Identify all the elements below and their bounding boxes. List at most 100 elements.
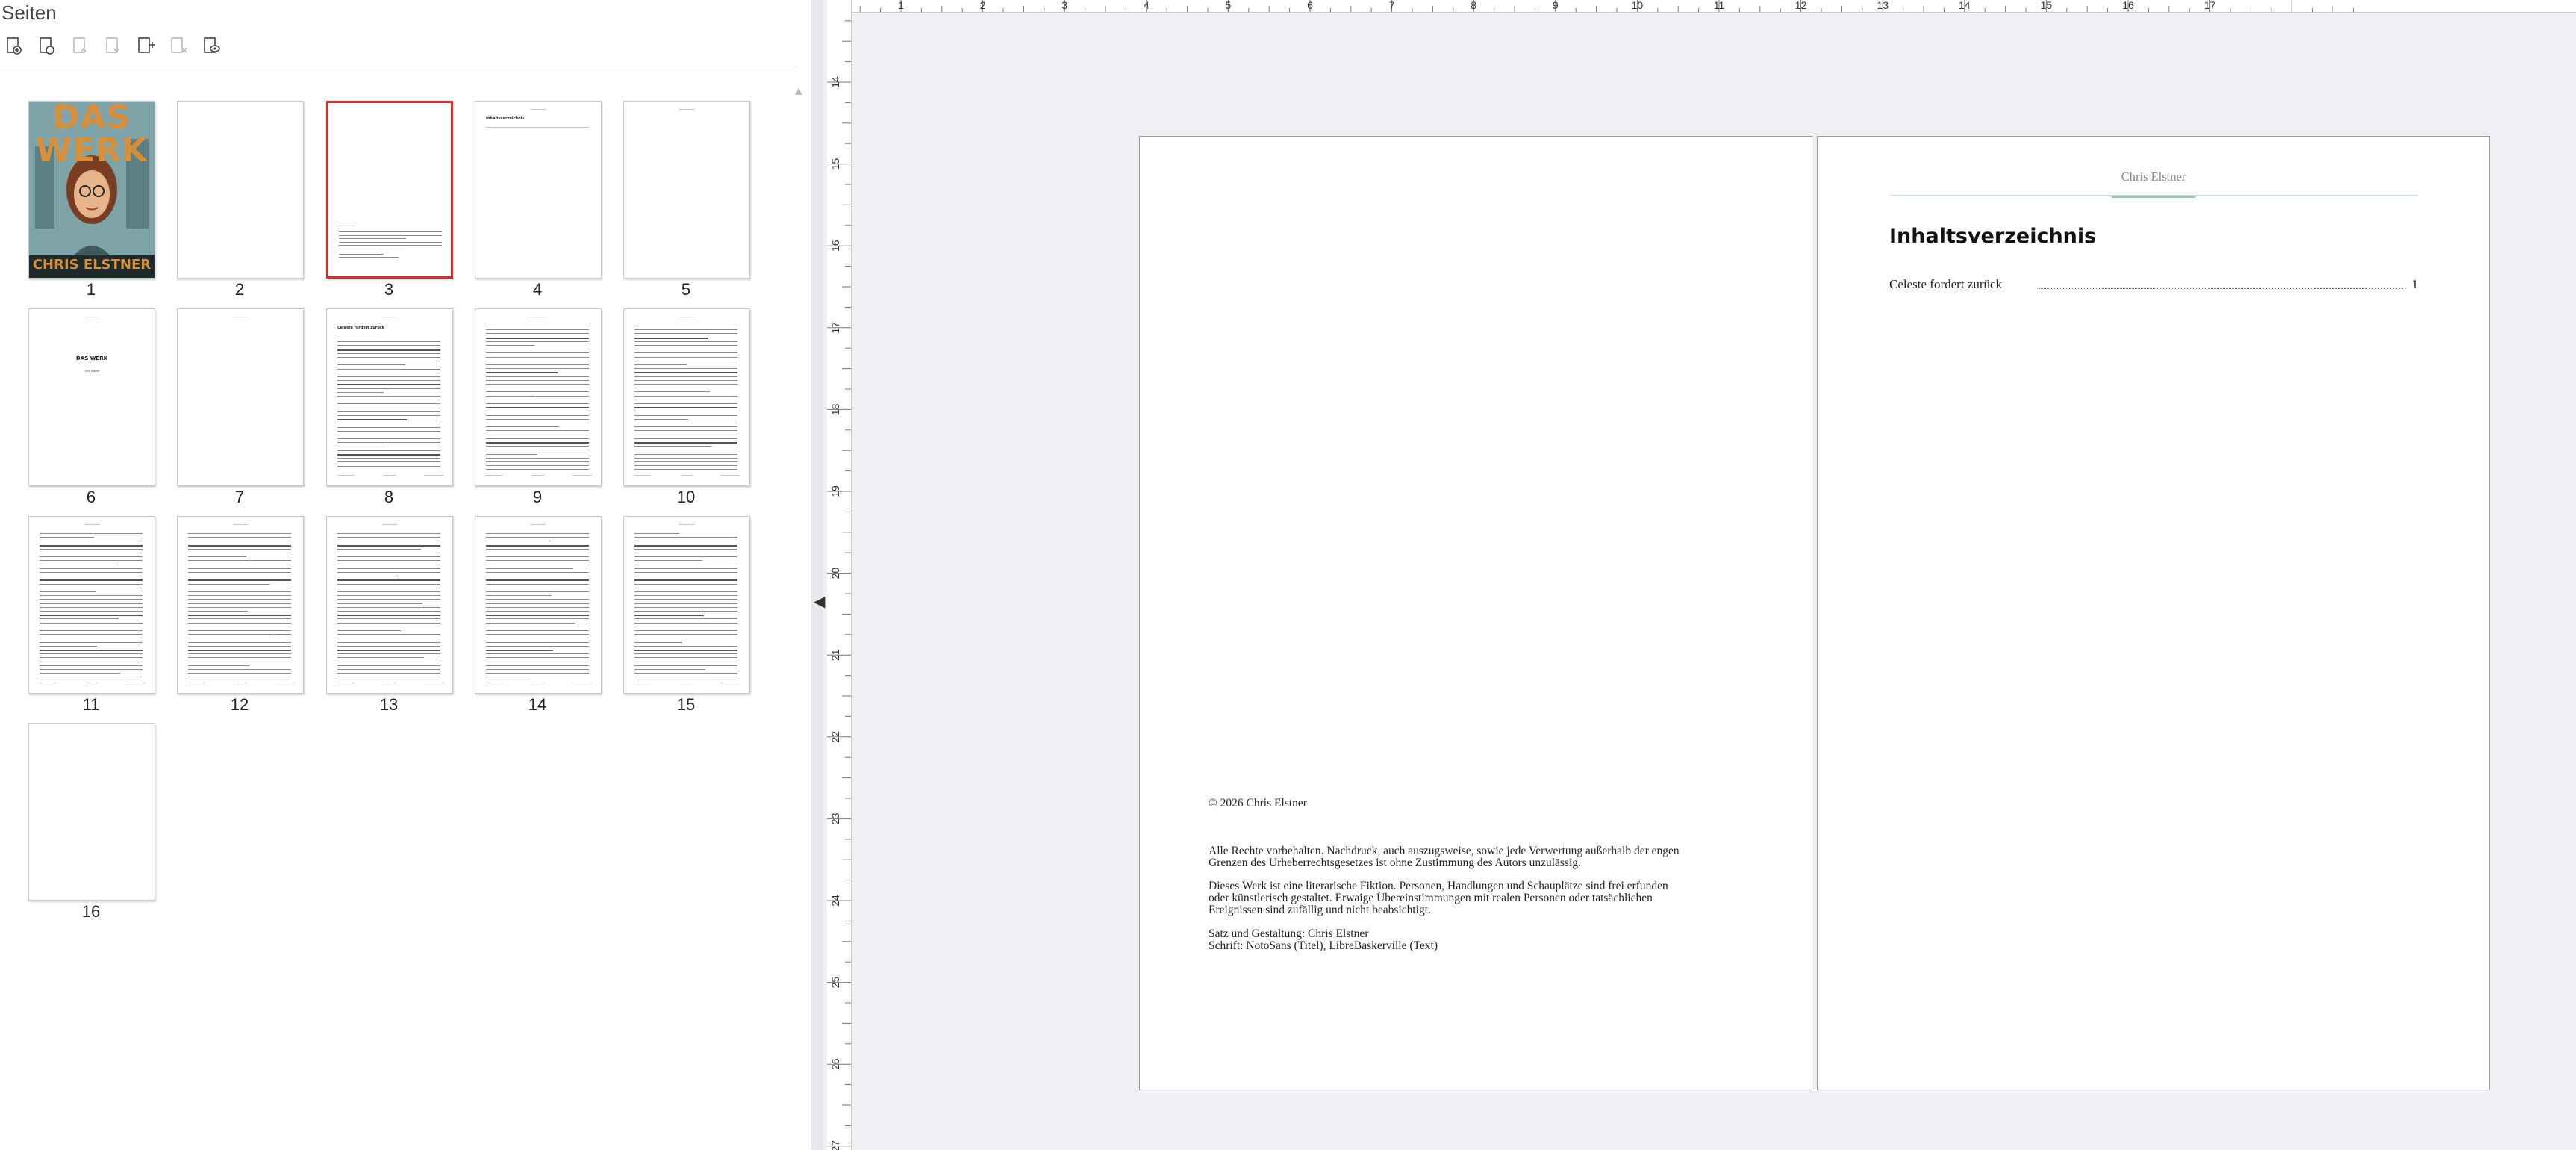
thumb-text-line [337, 384, 440, 386]
thumb-text-line [40, 603, 143, 604]
thumb-text-line [486, 329, 589, 331]
ruler-label: 25 [829, 977, 841, 989]
thumb-text-line [337, 599, 440, 600]
thumb-text-line [337, 438, 440, 440]
page-thumbnail-number: 12 [230, 695, 249, 714]
thumb-text-line [486, 611, 589, 612]
thumb-text-line [634, 379, 737, 381]
collapse-pane-icon[interactable]: ◀ [814, 592, 825, 611]
header-rule [1889, 195, 2418, 196]
document-page-left[interactable]: © 2026 Chris Elstner Alle Rechte vorbeha… [1139, 136, 1812, 1090]
thumb-text-line [40, 615, 143, 617]
thumb-text-line [40, 544, 143, 547]
thumb-text-line [337, 583, 440, 585]
vertical-ruler[interactable]: 14 15 16 17 18 19 20 21 22 23 24 25 26 27 [827, 0, 852, 1150]
page-thumbnail-5[interactable] [623, 101, 750, 279]
thumb-text-line [337, 622, 440, 624]
page-thumbnail-8[interactable]: Celeste fordert zurück [326, 308, 453, 486]
thumb-text-line [486, 673, 589, 674]
thumb-text-line [634, 611, 737, 612]
page-thumbnail-number: 13 [379, 695, 399, 714]
toc-entry[interactable]: Celeste fordert zurück 1 [1889, 277, 2418, 293]
page-thumbnail-15[interactable] [623, 516, 750, 694]
thumb-text-line [337, 579, 440, 582]
thumb-text-line [486, 352, 589, 354]
page-thumbnail-14[interactable] [475, 516, 602, 694]
thumb-text-line [337, 388, 440, 389]
ruler-label: 22 [829, 731, 841, 743]
thumb-text-line [634, 653, 737, 655]
thumb-text-line [634, 337, 708, 339]
thumb-text-line [337, 426, 440, 428]
thumb-text-line [486, 650, 553, 651]
thumb-text-line [634, 418, 688, 420]
page-thumbnail-6[interactable]: DAS WERK Chris Elstner [28, 308, 155, 486]
thumb-text-line [337, 603, 422, 604]
thumb-text-line [188, 615, 291, 617]
page-thumbnail-number: 2 [234, 280, 245, 299]
horizontal-ruler[interactable]: 1 2 3 4 5 6 7 8 9 10 11 12 13 14 15 16 17 [827, 0, 2576, 13]
thumb-text-line [188, 622, 291, 624]
page-thumbnail-9[interactable] [475, 308, 602, 486]
thumb-text-line [40, 583, 143, 585]
thumb-text-line [486, 618, 589, 620]
page-thumbnail-1[interactable]: DAS WERK CHRIS ELSTNER [28, 101, 155, 279]
thumb-text-line [188, 669, 291, 670]
page-thumbnail-11[interactable] [28, 516, 155, 694]
thumb-text-line [634, 634, 737, 635]
thumb-text-line [337, 415, 440, 416]
page-thumbnail-12[interactable] [177, 516, 304, 694]
scroll-up-arrow-icon[interactable]: ▲ [793, 85, 805, 99]
ruler-label: 24 [829, 895, 841, 907]
fiction-line-2: oder künstlerisch gestaltet. Erwaige Übe… [1209, 892, 1653, 904]
thumb-text-line [337, 364, 405, 366]
thumbnail-scrollbar[interactable] [791, 84, 806, 1144]
pages-pane: Seiten DAS WERK CHRIS ELSTNER 1 2 3 Inhaltsve… [0, 0, 811, 1150]
thumb-text-line [486, 457, 589, 459]
page-thumbnail-10[interactable] [623, 308, 750, 486]
thumb-text-line [188, 611, 248, 612]
page-thumbnail-16[interactable] [28, 723, 155, 901]
thumb-text-line [486, 418, 589, 420]
ruler-label: 15 [2041, 0, 2053, 11]
thumb-text-line [634, 572, 737, 573]
thumb-text-line [634, 356, 737, 358]
page-thumbnail-number: 6 [86, 488, 96, 506]
thumb-text-line [634, 657, 737, 659]
thumb-text-line [634, 372, 737, 374]
document-page-right[interactable]: Chris Elstner Inhaltsverzeichnis Celeste… [1817, 136, 2490, 1090]
thumb-text-line [337, 618, 440, 620]
thumb-text-line [634, 384, 737, 385]
thumb-text-line [486, 657, 589, 659]
ruler-label: 23 [829, 812, 841, 824]
thumb-text-line [486, 446, 589, 447]
thumb-text-line [634, 457, 737, 459]
thumb-text-line [337, 568, 440, 569]
thumb-text-line [486, 603, 589, 604]
page-thumbnail-7[interactable] [177, 308, 304, 486]
thumb-text-line [486, 568, 573, 569]
thumb-text-line [486, 391, 589, 393]
thumb-text-line [337, 572, 440, 573]
page-thumbnail-number: 9 [532, 488, 543, 506]
ruler-label: 17 [829, 322, 841, 334]
page-thumbnail-3[interactable] [326, 101, 453, 279]
page-thumbnail-2[interactable] [177, 101, 304, 279]
page-thumbnail-4[interactable]: Inhaltsverzeichnis [475, 101, 602, 279]
thumb-text-line [634, 430, 737, 432]
thumb-text-line [337, 606, 440, 608]
rights-line-1: Alle Rechte vorbehalten. Nachdruck, auch… [1209, 845, 1680, 857]
thumb-text-line [634, 560, 702, 562]
thumb-text-line [188, 645, 291, 647]
thumb-text-line [337, 653, 440, 655]
thumb-text-line [486, 414, 589, 416]
thumb-text-line [188, 618, 291, 620]
page-thumbnail-number: 14 [528, 695, 547, 714]
thumb-book-title: DAS WERK [75, 355, 108, 361]
thumb-text-line [337, 458, 440, 459]
toc-heading: Inhaltsverzeichnis [1889, 225, 2097, 248]
thumb-footer-line [532, 475, 544, 476]
thumb-text-line [40, 650, 143, 651]
page-thumbnail-13[interactable] [326, 516, 453, 694]
thumb-toc-title: Inhaltsverzeichnis [486, 116, 525, 121]
